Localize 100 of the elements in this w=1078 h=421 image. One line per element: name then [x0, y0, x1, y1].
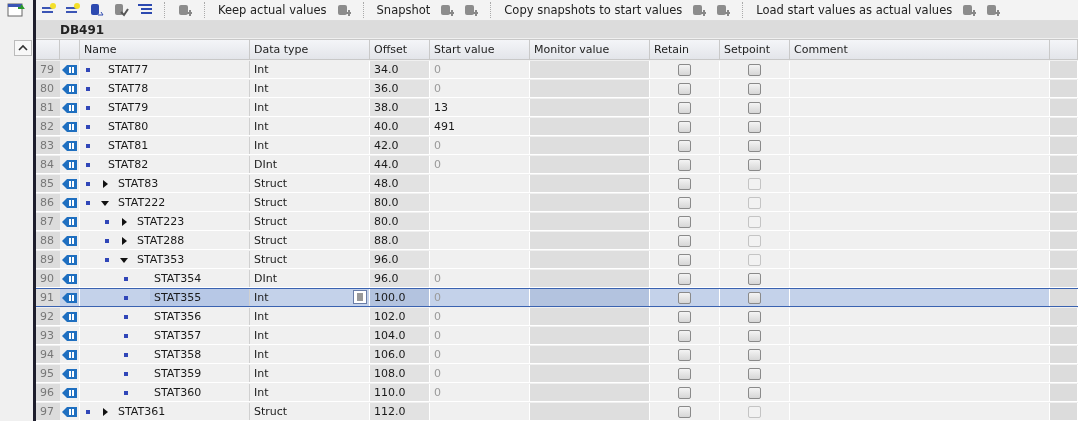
setpoint-checkbox[interactable] [748, 253, 761, 266]
retain-checkbox[interactable] [678, 329, 691, 342]
list-icon[interactable] [353, 290, 367, 304]
type-cell: Int [254, 291, 269, 304]
retain-checkbox[interactable] [678, 177, 691, 190]
table-row[interactable]: 87 STAT223 Struct 80.0 [36, 212, 1078, 231]
retain-checkbox[interactable] [678, 291, 691, 304]
table-row[interactable]: 96 STAT360 Int 110.0 0 [36, 383, 1078, 402]
table-row[interactable]: 86 STAT222 Struct 80.0 [36, 193, 1078, 212]
column-header[interactable]: Setpoint [720, 40, 790, 59]
table-row[interactable]: 84 STAT82 DInt 44.0 0 [36, 155, 1078, 174]
table-row[interactable]: 93 STAT357 Int 104.0 0 [36, 326, 1078, 345]
setpoint-checkbox[interactable] [748, 177, 761, 190]
setpoint-checkbox[interactable] [748, 158, 761, 171]
setpoint-checkbox[interactable] [748, 234, 761, 247]
offset-cell: 104.0 [374, 329, 406, 342]
retain-checkbox[interactable] [678, 234, 691, 247]
setpoint-checkbox[interactable] [748, 367, 761, 380]
scroll-up-button[interactable] [14, 40, 32, 56]
expander-icon[interactable] [100, 406, 110, 417]
retain-checkbox[interactable] [678, 272, 691, 285]
column-header[interactable]: Monitor value [530, 40, 650, 59]
toolbar-button[interactable]: Copy snapshots to start values [502, 2, 685, 17]
type-cell: DInt [254, 158, 277, 171]
table-row[interactable]: 81 STAT79 Int 38.0 13 [36, 98, 1078, 117]
toolbar-button[interactable]: Keep actual values [216, 2, 329, 17]
expander-icon[interactable] [100, 178, 110, 189]
column-header[interactable]: Comment [790, 40, 1050, 59]
retain-checkbox[interactable] [678, 196, 691, 209]
table-row[interactable]: 82 STAT80 Int 40.0 491 [36, 117, 1078, 136]
column-header[interactable]: Start value [430, 40, 530, 59]
tag-icon [62, 273, 77, 284]
row-number: 86 [36, 194, 60, 211]
name-cell-text: STAT357 [153, 328, 203, 344]
setpoint-checkbox[interactable] [748, 196, 761, 209]
retain-checkbox[interactable] [678, 101, 691, 114]
table-row[interactable]: 91 STAT355 Int 100.0 0 [36, 288, 1078, 307]
column-header[interactable]: Data type [250, 40, 370, 59]
table-row[interactable]: 95 STAT359 Int 108.0 0 [36, 364, 1078, 383]
retain-checkbox[interactable] [678, 386, 691, 399]
setpoint-checkbox[interactable] [748, 101, 761, 114]
retain-checkbox[interactable] [678, 348, 691, 361]
setpoint-checkbox[interactable] [748, 291, 761, 304]
table-row[interactable]: 85 STAT83 Struct 48.0 [36, 174, 1078, 193]
offset-cell: 34.0 [374, 63, 399, 76]
setpoint-checkbox[interactable] [748, 120, 761, 133]
name-cell-text: STAT360 [153, 385, 203, 401]
retain-checkbox[interactable] [678, 158, 691, 171]
column-header[interactable]: Retain [650, 40, 720, 59]
row-number: 89 [36, 251, 60, 268]
table-row[interactable]: 80 STAT78 Int 36.0 0 [36, 79, 1078, 98]
table-row[interactable]: 89 STAT353 Struct 96.0 [36, 250, 1078, 269]
bullet-icon [86, 162, 90, 167]
bullet-icon [124, 352, 128, 357]
tag-icon [62, 197, 77, 208]
column-header[interactable]: Name [80, 40, 250, 59]
table-row[interactable]: 92 STAT356 Int 102.0 0 [36, 307, 1078, 326]
retain-checkbox[interactable] [678, 82, 691, 95]
table-row[interactable]: 97 STAT361 Struct 112.0 [36, 402, 1078, 421]
retain-checkbox[interactable] [678, 253, 691, 266]
tag-icon [62, 254, 77, 265]
setpoint-checkbox[interactable] [748, 63, 761, 76]
offset-cell: 48.0 [374, 177, 399, 190]
expander-icon[interactable] [119, 216, 129, 227]
column-header[interactable]: Offset [370, 40, 430, 59]
toolbar-button[interactable]: Snapshot [374, 2, 433, 17]
bullet-icon [86, 200, 90, 205]
table-row[interactable]: 88 STAT288 Struct 88.0 [36, 231, 1078, 250]
table-row[interactable]: 83 STAT81 Int 42.0 0 [36, 136, 1078, 155]
setpoint-checkbox[interactable] [748, 82, 761, 95]
retain-checkbox[interactable] [678, 215, 691, 228]
setpoint-checkbox[interactable] [748, 215, 761, 228]
setpoint-checkbox[interactable] [748, 139, 761, 152]
table-icon[interactable] [7, 2, 25, 18]
bullet-icon [86, 67, 90, 72]
retain-checkbox[interactable] [678, 405, 691, 418]
table-row[interactable]: 94 STAT358 Int 106.0 0 [36, 345, 1078, 364]
table-row[interactable]: 79 STAT77 Int 34.0 0 [36, 60, 1078, 79]
row-number: 96 [36, 384, 60, 401]
setpoint-checkbox[interactable] [748, 386, 761, 399]
row-number: 94 [36, 346, 60, 363]
retain-checkbox[interactable] [678, 310, 691, 323]
retain-checkbox[interactable] [678, 120, 691, 133]
retain-checkbox[interactable] [678, 367, 691, 380]
table-row[interactable]: 90 STAT354 DInt 96.0 0 [36, 269, 1078, 288]
setpoint-checkbox[interactable] [748, 329, 761, 342]
name-cell-text: STAT83 [117, 176, 160, 192]
setpoint-checkbox[interactable] [748, 310, 761, 323]
bullet-icon [86, 409, 90, 414]
toolbar-button[interactable]: Load start values as actual values [754, 2, 955, 17]
expander-icon[interactable] [119, 235, 129, 246]
setpoint-checkbox[interactable] [748, 405, 761, 418]
retain-checkbox[interactable] [678, 139, 691, 152]
setpoint-checkbox[interactable] [748, 272, 761, 285]
retain-checkbox[interactable] [678, 63, 691, 76]
bullet-icon [105, 238, 109, 243]
start-value: 0 [434, 272, 441, 285]
setpoint-checkbox[interactable] [748, 348, 761, 361]
offset-cell: 44.0 [374, 158, 399, 171]
database-check-icon[interactable] [112, 1, 130, 18]
